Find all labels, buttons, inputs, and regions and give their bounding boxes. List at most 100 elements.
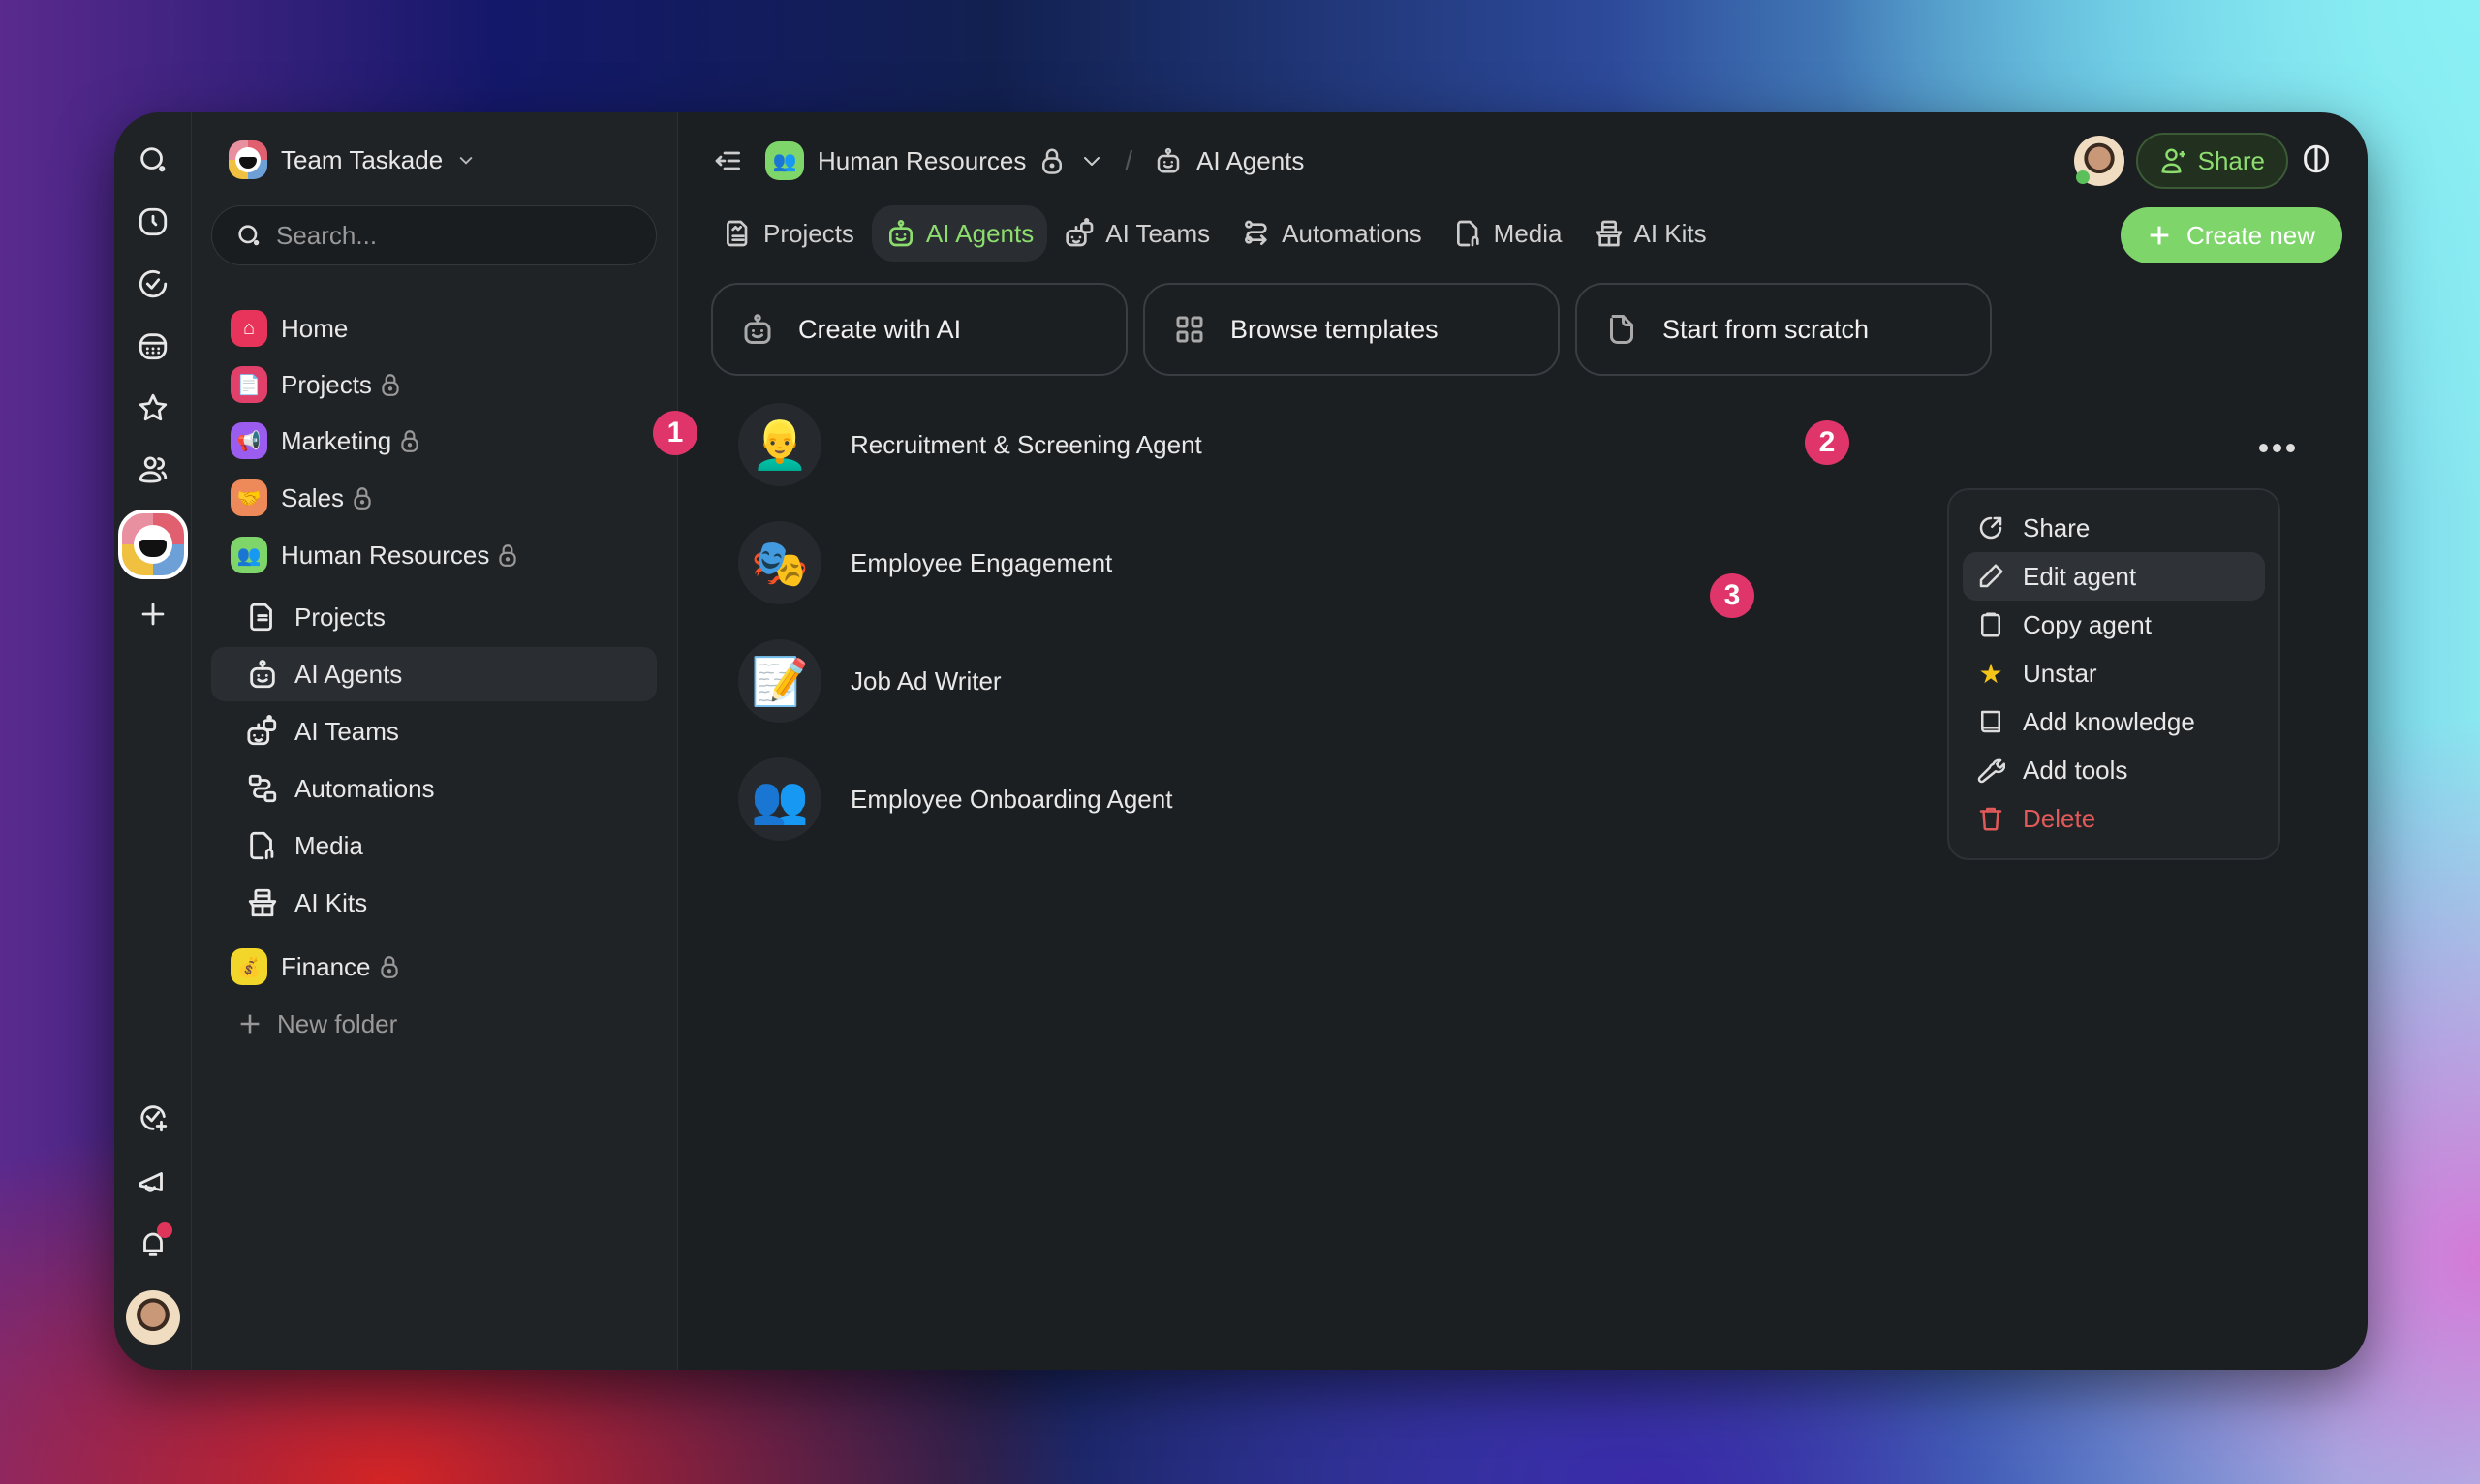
tab-projects[interactable]: Projects xyxy=(709,205,868,262)
pencil-icon xyxy=(1979,564,2003,588)
sidebar-item-label: Marketing xyxy=(281,425,392,455)
half-circle-panel-icon xyxy=(2304,144,2329,172)
view-tabs: Projects AI Agents AI Teams Automations … xyxy=(709,205,1720,262)
app-window: Team Taskade ⌂ Home 📄 Projects 📢 Marketi… xyxy=(114,112,2368,1370)
dot xyxy=(2258,443,2268,452)
rail-calendar-button[interactable] xyxy=(130,323,176,369)
chevron-down-icon[interactable] xyxy=(1080,149,1103,172)
check-circle-icon xyxy=(139,269,168,298)
action-cards: Create with AI Browse templates Start fr… xyxy=(711,283,1992,376)
rail-announcements-button[interactable] xyxy=(130,1159,176,1205)
rail-people-button[interactable] xyxy=(130,447,176,493)
rail-recent-button[interactable] xyxy=(130,199,176,245)
check-plus-icon xyxy=(140,1105,168,1132)
search-icon xyxy=(238,225,260,246)
rail-new-task-button[interactable] xyxy=(130,1095,176,1141)
menu-item-edit-agent[interactable]: Edit agent xyxy=(1963,552,2265,601)
tab-ai-kits[interactable]: AI Kits xyxy=(1580,205,1720,262)
team-switcher[interactable]: Team Taskade xyxy=(229,136,476,184)
search-icon xyxy=(140,147,166,172)
sidebar-item-human-resources[interactable]: 👥 Human Resources xyxy=(211,528,657,582)
sidebar-item-projects[interactable]: 📄 Projects xyxy=(211,357,657,412)
sidebar-subitem-ai-agents[interactable]: AI Agents xyxy=(211,647,657,701)
dot xyxy=(2285,443,2295,452)
lock-icon xyxy=(354,487,371,510)
start-from-scratch-button[interactable]: Start from scratch xyxy=(1575,283,1992,376)
sidebar-subitem-media[interactable]: Media xyxy=(211,819,657,873)
breadcrumb-separator: / xyxy=(1125,145,1133,175)
agent-list-item[interactable]: 👱‍♂️ Recruitment & Screening Agent xyxy=(738,401,1202,488)
sidebar-subitem-label: AI Agents xyxy=(294,659,403,689)
menu-item-copy-agent[interactable]: Copy agent xyxy=(1963,601,2265,649)
agent-name: Job Ad Writer xyxy=(851,665,1002,696)
team-logo xyxy=(229,140,267,179)
sidebar-subitem-label: Projects xyxy=(294,602,386,632)
menu-item-label: Unstar xyxy=(2023,658,2097,688)
share-label: Share xyxy=(2197,145,2265,175)
top-bar: 👥 Human Resources / AI Agents Share xyxy=(678,132,2368,190)
document-icon xyxy=(727,220,748,247)
menu-item-add-knowledge[interactable]: Add knowledge xyxy=(1963,697,2265,746)
agent-avatar-icon: 👱‍♂️ xyxy=(738,403,822,486)
robot-icon xyxy=(744,314,771,344)
sidebar-subitem-projects[interactable]: Projects xyxy=(211,590,657,644)
sidebar-subitem-ai-teams[interactable]: AI Teams xyxy=(211,704,657,758)
sidebar-subitem-ai-kits[interactable]: AI Kits xyxy=(211,876,657,930)
robot-icon xyxy=(1157,147,1180,173)
new-folder-button[interactable]: New folder xyxy=(211,997,657,1051)
robot-team-icon xyxy=(1066,218,1094,247)
agent-list-item[interactable]: 🎭 Employee Engagement xyxy=(738,519,1112,606)
share-button[interactable]: Share xyxy=(2135,133,2288,189)
agent-avatar-icon: 🎭 xyxy=(738,521,822,604)
search-input[interactable] xyxy=(276,220,644,251)
chevron-down-icon xyxy=(459,156,473,165)
agent-avatar-icon: 📝 xyxy=(738,639,822,723)
menu-item-add-tools[interactable]: Add tools xyxy=(1963,746,2265,794)
rail-favorites-button[interactable] xyxy=(130,385,176,431)
megaphone-icon xyxy=(139,1172,163,1192)
sidebar-item-finance[interactable]: 💰 Finance xyxy=(211,940,657,994)
menu-item-unstar[interactable]: ★ Unstar xyxy=(1963,649,2265,697)
share-icon xyxy=(1979,516,2002,540)
menu-item-delete[interactable]: Delete xyxy=(1963,794,2265,843)
clipboard-icon xyxy=(1981,612,2000,637)
menu-item-share[interactable]: Share xyxy=(1963,504,2265,552)
tab-ai-teams[interactable]: AI Teams xyxy=(1051,205,1224,262)
create-new-button[interactable]: Create new xyxy=(2121,207,2342,263)
sidebar-search[interactable] xyxy=(211,205,657,265)
more-options-button[interactable] xyxy=(2253,428,2300,467)
star-filled-icon: ★ xyxy=(1978,658,2003,689)
sidebar-item-sales[interactable]: 🤝 Sales xyxy=(211,471,657,525)
tab-label: Media xyxy=(1493,218,1563,248)
browse-templates-button[interactable]: Browse templates xyxy=(1143,283,1560,376)
dot xyxy=(2272,443,2281,452)
people-icon xyxy=(139,456,168,483)
lock-icon xyxy=(1042,148,1063,174)
collapse-sidebar-icon[interactable] xyxy=(713,145,744,176)
create-with-ai-button[interactable]: Create with AI xyxy=(711,283,1128,376)
menu-item-label: Add knowledge xyxy=(2023,706,2195,736)
user-avatar[interactable] xyxy=(126,1290,180,1345)
lock-icon xyxy=(401,430,418,452)
collaborator-avatar[interactable] xyxy=(2073,136,2124,186)
tab-media[interactable]: Media xyxy=(1440,205,1576,262)
agent-list-item[interactable]: 👥 Employee Onboarding Agent xyxy=(738,756,1172,843)
megaphone-folder-icon: 📢 xyxy=(231,422,267,459)
tab-ai-agents[interactable]: AI Agents xyxy=(871,205,1048,262)
sidebar-item-marketing[interactable]: 📢 Marketing xyxy=(211,414,657,468)
agent-list-item[interactable]: 📝 Job Ad Writer xyxy=(738,637,1002,725)
rail-tasks-button[interactable] xyxy=(130,261,176,307)
breadcrumb-workspace[interactable]: Human Resources xyxy=(818,146,1026,176)
handshake-folder-icon: 🤝 xyxy=(231,479,267,516)
sidebar-subitem-automations[interactable]: Automations xyxy=(211,761,657,816)
tab-automations[interactable]: Automations xyxy=(1227,205,1436,262)
sidebar-item-home[interactable]: ⌂ Home xyxy=(211,301,657,356)
workspace-avatar[interactable] xyxy=(118,510,188,579)
rail-search-button[interactable] xyxy=(130,137,176,183)
rail-add-workspace-button[interactable] xyxy=(130,591,176,637)
panel-toggle-button[interactable] xyxy=(2300,142,2333,180)
notification-dot xyxy=(157,1222,172,1238)
robot-icon xyxy=(250,660,275,689)
card-label: Create with AI xyxy=(798,314,962,344)
grid-icon xyxy=(1176,316,1203,343)
